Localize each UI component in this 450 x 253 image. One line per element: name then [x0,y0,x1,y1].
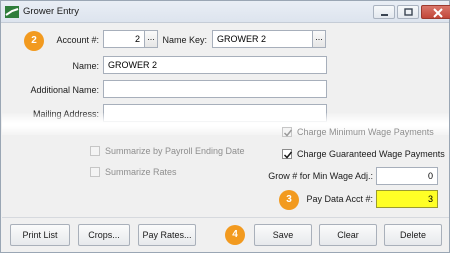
summarize-rates-checkbox[interactable] [90,167,100,177]
close-button[interactable] [421,5,450,19]
name-label: Name: [72,61,99,71]
crops-button[interactable]: Crops... [78,224,130,246]
window-title: Grower Entry [23,6,79,17]
maximize-button[interactable] [397,5,419,19]
additional-name-label: Additional Name: [30,85,99,95]
grow-min-wage-input[interactable]: 0 [376,167,438,185]
save-button[interactable]: Save [254,224,312,246]
charge-guaranteed-checkbox[interactable] [282,149,293,159]
print-list-button[interactable]: Print List [10,224,70,246]
minimize-icon [381,14,388,16]
close-icon [433,8,443,18]
grow-min-wage-label: Grow # for Min Wage Adj.: [268,171,373,181]
callout-badge-2: 2 [24,31,44,51]
checkmark-icon [283,151,293,159]
maximize-icon [404,8,413,16]
pay-rates-button[interactable]: Pay Rates... [138,224,196,246]
clear-button[interactable]: Clear [319,224,377,246]
delete-button[interactable]: Delete [384,224,442,246]
account-input[interactable]: 2 [103,30,145,48]
name-key-input[interactable]: GROWER 2 [212,30,313,48]
summarize-payroll-label: Summarize by Payroll Ending Date [105,146,245,156]
title-bar: Grower Entry [1,1,450,23]
footer-divider [2,217,449,218]
name-key-label: Name Key: [162,35,207,45]
pay-data-acct-input[interactable]: 3 [376,190,438,208]
green-arrow-icon [5,6,19,18]
checkmark-icon [283,129,293,137]
summarize-payroll-checkbox[interactable] [90,146,100,156]
account-lookup-button[interactable]: ... [144,30,158,48]
charge-min-wage-checkbox[interactable] [282,127,293,137]
callout-badge-4: 4 [225,225,245,245]
name-key-lookup-button[interactable]: ... [312,30,326,48]
minimize-button[interactable] [373,5,395,19]
account-label: Account #: [56,35,99,45]
grower-entry-window: Grower Entry 2 Account #: 2 ... Name Key… [0,0,450,253]
additional-name-input[interactable] [103,80,327,98]
name-input[interactable]: GROWER 2 [103,56,327,74]
callout-badge-3: 3 [279,190,299,210]
charge-min-wage-label: Charge Minimum Wage Payments [297,127,434,137]
pay-data-acct-label: Pay Data Acct #: [306,194,373,204]
charge-guaranteed-label: Charge Guaranteed Wage Payments [297,149,445,159]
summarize-rates-label: Summarize Rates [105,167,177,177]
